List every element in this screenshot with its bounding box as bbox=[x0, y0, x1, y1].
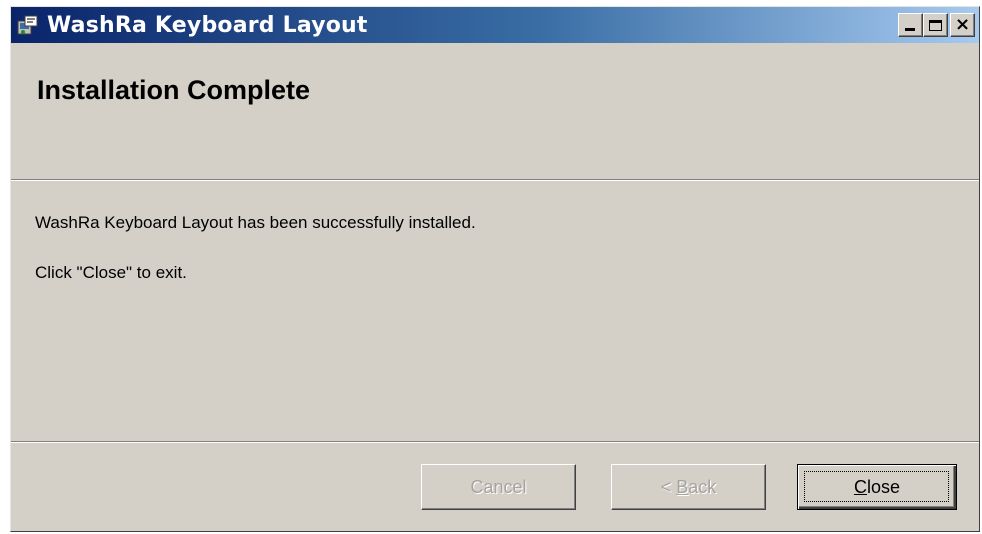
exit-instruction: Click "Close" to exit. bbox=[35, 263, 187, 282]
installer-icon[interactable] bbox=[17, 14, 39, 36]
header-banner: Installation Complete bbox=[11, 43, 979, 179]
cancel-button-label: Cancel bbox=[470, 476, 527, 497]
close-icon: × bbox=[954, 14, 971, 35]
focus-ring bbox=[804, 471, 949, 502]
back-button[interactable]: < Back bbox=[611, 464, 766, 510]
maximize-button[interactable] bbox=[923, 13, 948, 37]
page-title: Installation Complete bbox=[37, 75, 311, 105]
installer-window: WashRa Keyboard Layout × Installation Co… bbox=[10, 6, 980, 532]
close-window-button[interactable]: × bbox=[950, 13, 975, 37]
footer-divider bbox=[11, 441, 979, 443]
window-title: WashRa Keyboard Layout bbox=[47, 12, 368, 38]
back-button-prefix: < bbox=[660, 476, 677, 497]
success-message: WashRa Keyboard Layout has been successf… bbox=[35, 213, 476, 232]
cancel-button[interactable]: Cancel bbox=[421, 464, 576, 510]
maximize-icon bbox=[929, 19, 942, 31]
window-controls: × bbox=[898, 13, 975, 37]
minimize-icon bbox=[905, 28, 915, 31]
back-button-mnemonic: B bbox=[676, 476, 689, 497]
title-bar[interactable]: WashRa Keyboard Layout × bbox=[11, 7, 979, 43]
minimize-button[interactable] bbox=[898, 13, 923, 37]
close-button[interactable]: Close bbox=[797, 464, 957, 510]
header-divider bbox=[11, 179, 979, 181]
back-button-label: ack bbox=[688, 476, 717, 497]
